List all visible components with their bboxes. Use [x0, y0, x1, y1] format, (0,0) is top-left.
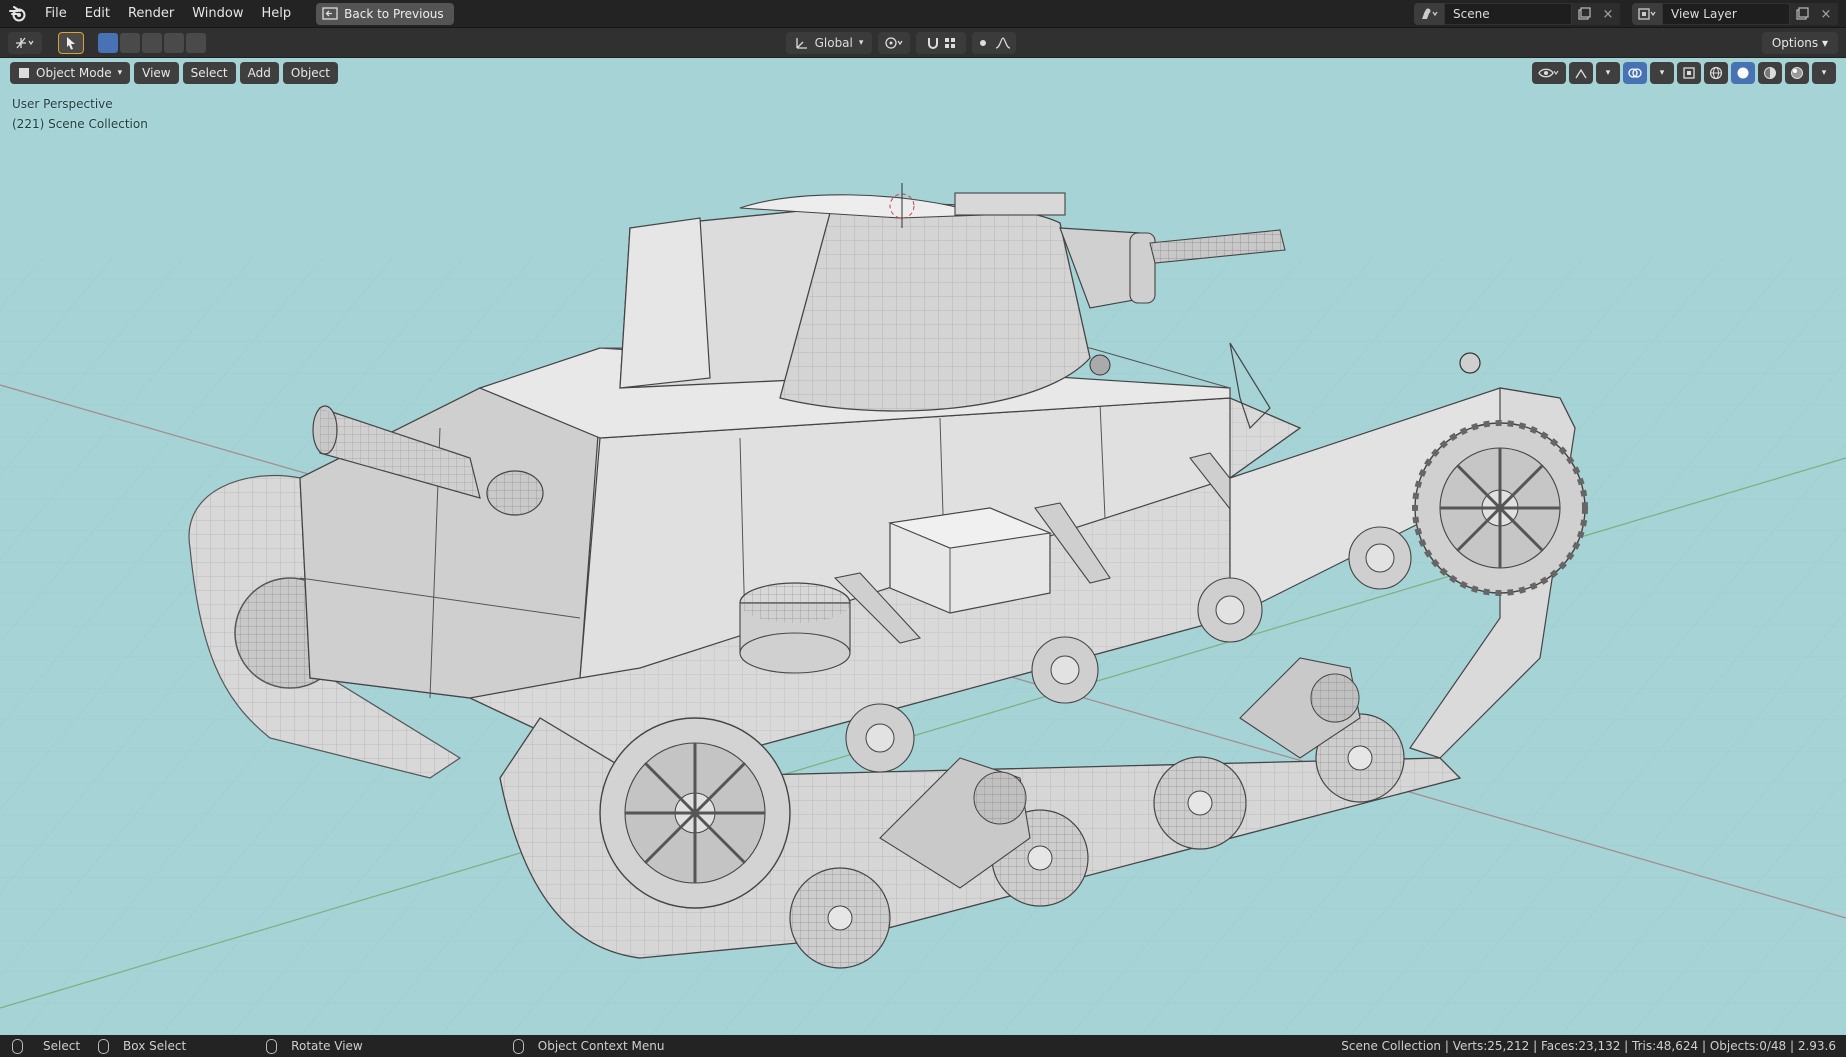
select-extend-icon[interactable]: [120, 32, 140, 53]
frame-collection-label: (221) Scene Collection: [12, 117, 148, 131]
xray-toggle-icon[interactable]: [1677, 62, 1701, 84]
mouse-left-icon: [12, 1038, 23, 1054]
transform-orientation-dropdown[interactable]: Global ▾: [786, 32, 872, 54]
mode-label: Object Mode: [36, 66, 112, 80]
menu-edit[interactable]: Edit: [76, 0, 119, 28]
select-menu[interactable]: Select: [182, 62, 236, 84]
selection-mode-group: [98, 32, 206, 53]
gizmo-dropdown-icon[interactable]: ▾: [1596, 62, 1620, 84]
delete-scene-icon[interactable]: ×: [1596, 3, 1620, 25]
view-layer-selector[interactable]: View Layer ×: [1632, 3, 1838, 25]
material-shading-icon[interactable]: [1758, 62, 1782, 84]
gizmo-toggle-icon[interactable]: [1569, 62, 1593, 84]
front-drive-sprocket: [1412, 420, 1588, 596]
tank-model-render: [0, 183, 1846, 1035]
top-menu-bar: File Edit Render Window Help Back to Pre…: [0, 0, 1846, 28]
select-subtract-icon[interactable]: [142, 32, 162, 53]
viewport-toolbar: Global ▾ Options ▾: [0, 28, 1846, 58]
status-context-menu: Object Context Menu: [512, 1038, 665, 1054]
scene-name-field[interactable]: Scene: [1444, 3, 1572, 25]
back-to-previous-button[interactable]: Back to Previous: [316, 2, 454, 25]
transform-orientation-label: Global: [814, 36, 853, 50]
view-layer-name-field[interactable]: View Layer: [1662, 3, 1790, 25]
overlays-toggle-icon[interactable]: [1623, 62, 1647, 84]
solid-shading-icon[interactable]: [1731, 62, 1755, 84]
delete-view-layer-icon[interactable]: ×: [1814, 3, 1838, 25]
editor-type-icon[interactable]: [8, 31, 42, 54]
top-right-selectors: Scene × View Layer ×: [1414, 0, 1846, 28]
options-label: Options: [1771, 36, 1819, 50]
menu-file[interactable]: File: [36, 0, 76, 28]
select-intersect-icon[interactable]: [186, 32, 206, 53]
mouse-drag-icon: [98, 1038, 110, 1054]
scene-statistics: Scene Collection | Verts:25,212 | Faces:…: [1341, 1039, 1836, 1053]
viewport-shading-controls: ▾ ▾ ▾: [1532, 62, 1836, 84]
view-perspective-label: User Perspective: [12, 97, 113, 111]
pivot-point-icon[interactable]: [878, 32, 910, 54]
add-menu[interactable]: Add: [239, 62, 279, 84]
status-box-select-label: Box Select: [123, 1039, 187, 1053]
proportional-editing-icon[interactable]: [972, 32, 1016, 54]
mode-dropdown[interactable]: Object Mode ▾: [10, 62, 131, 84]
view-menu[interactable]: View: [134, 62, 179, 84]
object-mode-icon: [19, 68, 29, 78]
select-invert-icon[interactable]: [164, 32, 184, 53]
mouse-right-icon: [512, 1038, 524, 1054]
view-layer-icon[interactable]: [1632, 3, 1662, 25]
new-view-layer-icon[interactable]: [1790, 3, 1814, 25]
scene-icon[interactable]: [1414, 3, 1444, 25]
status-box-select: Box Select: [98, 1038, 187, 1054]
menu-help[interactable]: Help: [253, 0, 301, 28]
select-tool-icon[interactable]: [58, 31, 84, 54]
object-menu[interactable]: Object: [282, 62, 338, 84]
select-new-icon[interactable]: [98, 32, 118, 53]
status-rotate-view: Rotate View: [266, 1038, 363, 1054]
rendered-shading-icon[interactable]: [1785, 62, 1809, 84]
visibility-eye-icon[interactable]: [1532, 62, 1566, 84]
menu-render[interactable]: Render: [119, 0, 183, 28]
viewport-header: Object Mode ▾ View Select Add Object: [10, 62, 338, 84]
wireframe-shading-icon[interactable]: [1704, 62, 1728, 84]
transform-controls: Global ▾: [786, 32, 1016, 54]
overlays-dropdown-icon[interactable]: ▾: [1650, 62, 1674, 84]
mouse-middle-icon: [266, 1038, 278, 1054]
status-select-label: Select: [43, 1039, 81, 1053]
status-select: Select: [12, 1038, 81, 1054]
status-rotate-view-label: Rotate View: [291, 1039, 363, 1053]
status-bar: Select Box Select Rotate View Object Con…: [0, 1035, 1846, 1057]
shading-dropdown-icon[interactable]: ▾: [1812, 62, 1836, 84]
rear-idler-wheel: [599, 717, 791, 909]
screen-back-icon: [322, 6, 338, 20]
blender-logo-icon[interactable]: [0, 0, 36, 28]
status-context-menu-label: Object Context Menu: [537, 1039, 665, 1053]
menu-window[interactable]: Window: [183, 0, 252, 28]
back-to-previous-label: Back to Previous: [344, 6, 444, 21]
options-dropdown[interactable]: Options ▾: [1761, 32, 1838, 54]
viewport-info: User Perspective (221) Scene Collection: [12, 94, 148, 134]
snap-toggle-icon[interactable]: [916, 32, 966, 54]
orientation-axes-icon: [795, 38, 807, 49]
scene-selector[interactable]: Scene ×: [1414, 3, 1620, 25]
new-scene-icon[interactable]: [1572, 3, 1596, 25]
3d-viewport[interactable]: Object Mode ▾ View Select Add Object Use…: [0, 58, 1846, 1035]
